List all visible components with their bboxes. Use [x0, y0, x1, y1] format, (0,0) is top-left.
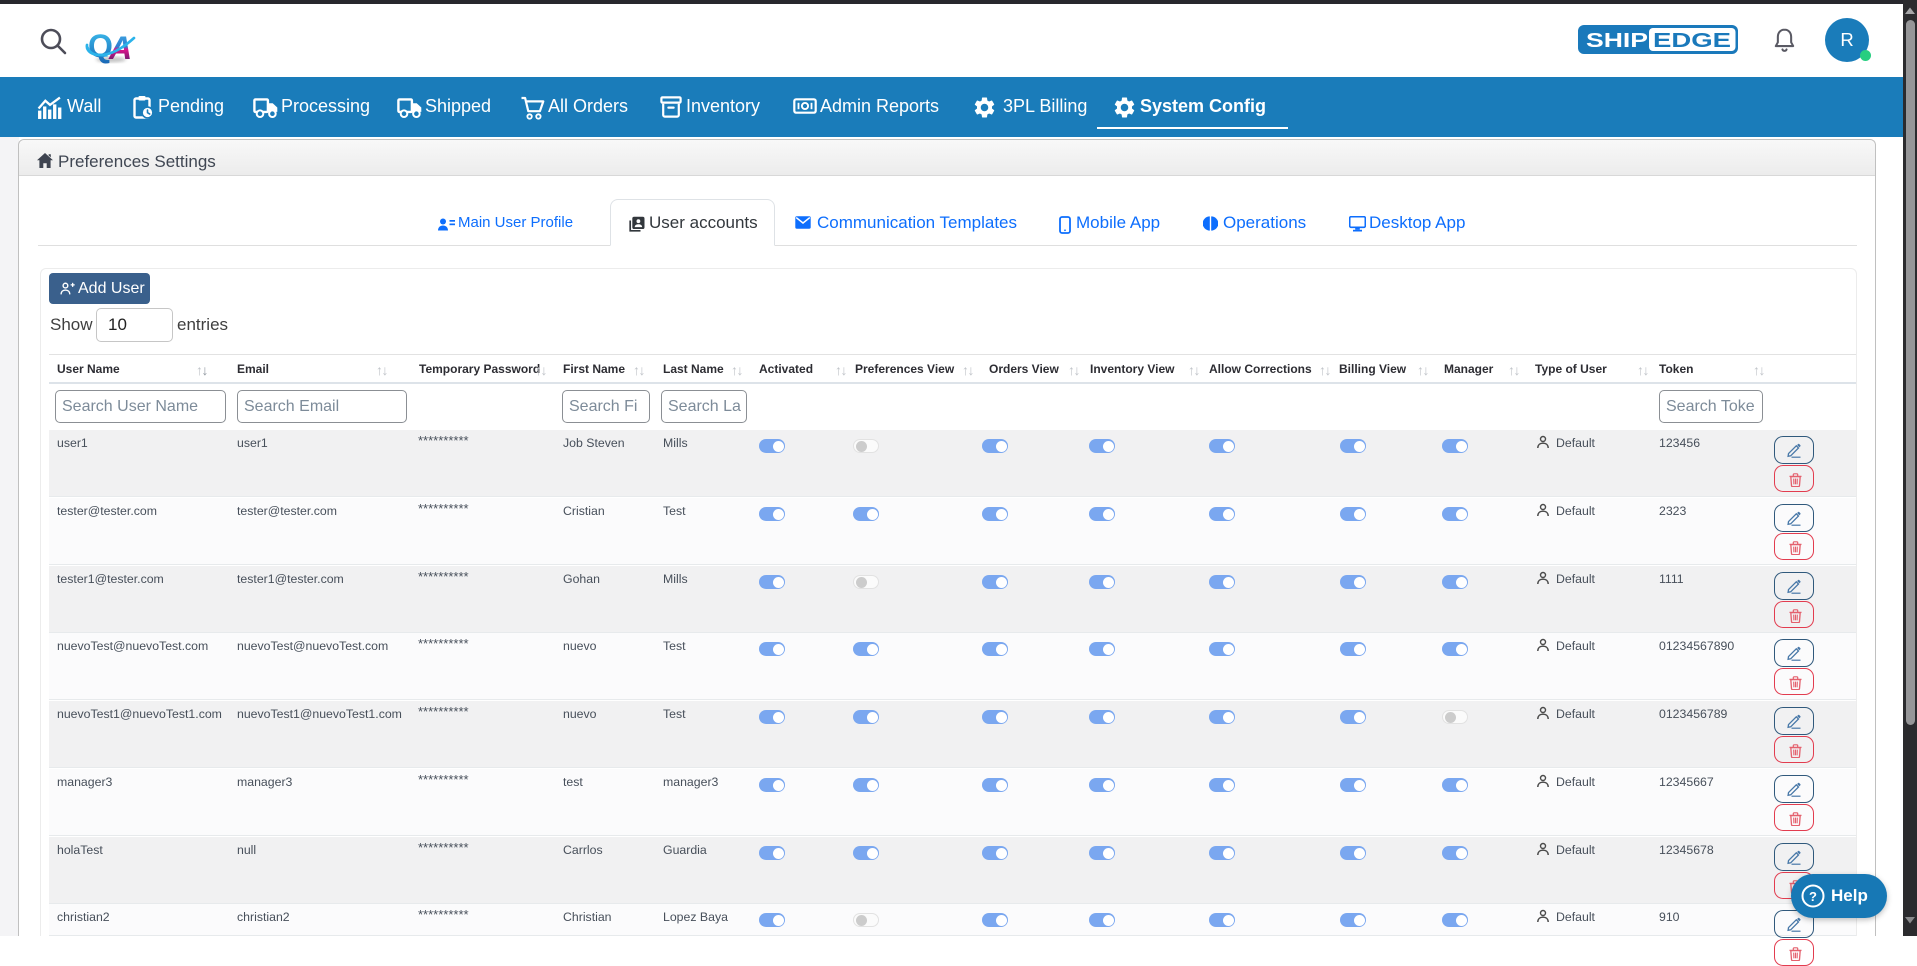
- svg-text:?: ?: [1809, 889, 1817, 904]
- svg-text:SHIP: SHIP: [1586, 30, 1648, 52]
- svg-text:EDGE: EDGE: [1653, 30, 1731, 52]
